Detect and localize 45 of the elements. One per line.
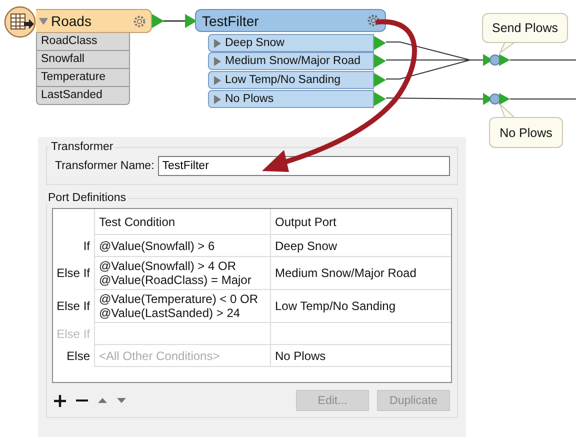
add-icon[interactable] <box>54 394 66 406</box>
column-header[interactable]: Output Port <box>270 209 451 235</box>
output-port[interactable]: Low Temp/No Sanding <box>208 71 374 89</box>
input-field[interactable]: TestFilter <box>158 156 450 176</box>
group-title: Transformer <box>50 141 114 153</box>
table-cell[interactable]: Medium Snow/Major Road <box>270 257 451 290</box>
caret-icon <box>214 76 221 84</box>
node-title: TestFilter <box>202 12 260 28</box>
table-cell[interactable]: Low Temp/No Sanding <box>270 290 451 323</box>
column-header[interactable]: Test Condition <box>94 209 270 235</box>
table-cell[interactable]: Deep Snow <box>270 235 451 257</box>
port-label: Medium Snow/Major Road <box>225 55 361 67</box>
group-title: Port Definitions <box>47 192 127 204</box>
connection-line <box>163 20 186 22</box>
node-title: Roads <box>51 13 92 29</box>
port-label: No Plows <box>225 93 274 105</box>
field-label: Transformer Name: <box>55 160 154 172</box>
caret-icon[interactable] <box>39 18 48 24</box>
input-port-icon[interactable] <box>185 14 197 28</box>
output-port[interactable]: Medium Snow/Major Road <box>208 52 374 70</box>
output-port[interactable]: No Plows <box>208 90 374 108</box>
attribute-row: LastSanded <box>36 87 130 105</box>
transformer-node[interactable]: TestFilter <box>195 9 386 32</box>
gear-icon[interactable] <box>132 14 147 28</box>
output-connector[interactable] <box>483 93 510 105</box>
gear-icon[interactable] <box>366 13 381 28</box>
table-cell[interactable]: @Value(Snowfall) > 6 <box>94 235 270 257</box>
connection-line <box>510 59 576 61</box>
attribute-row: Temperature <box>36 69 130 87</box>
table-cell[interactable]: No Plows <box>270 345 451 367</box>
remove-icon[interactable] <box>76 399 88 402</box>
table-cell[interactable] <box>94 323 270 345</box>
connection-line <box>510 98 576 100</box>
table-cell[interactable]: @Value(Temperature) < 0 OR @Value(LastSanded) > 24 <box>94 290 270 323</box>
output-connector[interactable] <box>483 54 510 66</box>
table-cell[interactable] <box>270 323 451 345</box>
port-label: Deep Snow <box>225 37 284 49</box>
attribute-row: Snowfall <box>36 51 130 69</box>
table-icon[interactable] <box>4 6 36 38</box>
port-label: Low Temp/No Sanding <box>225 74 340 86</box>
table-cell[interactable]: @Value(Snowfall) > 4 OR @Value(RoadClass) = Major <box>94 257 270 290</box>
attribute-row: RoadClass <box>36 33 130 51</box>
caret-icon <box>214 94 221 104</box>
output-port[interactable]: Deep Snow <box>208 34 374 52</box>
reader-node[interactable]: Roads <box>36 9 152 33</box>
